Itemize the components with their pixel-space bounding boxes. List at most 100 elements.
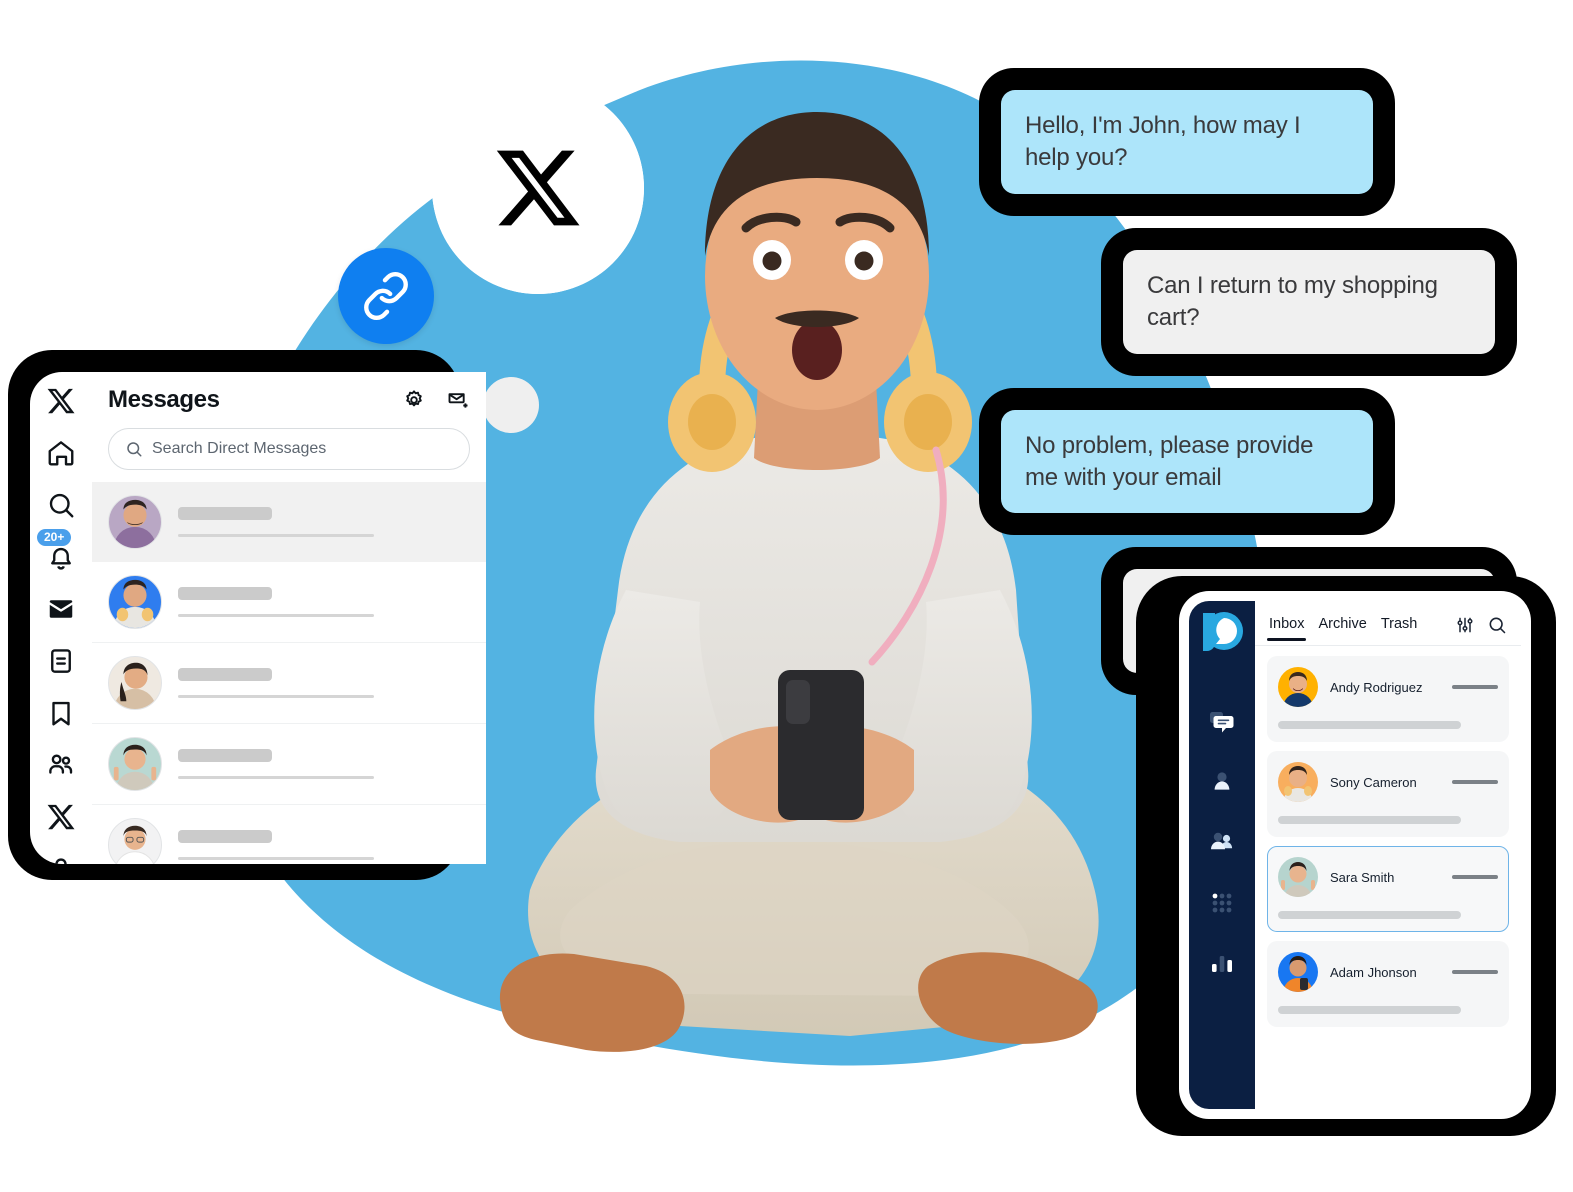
sidebar-item-communities[interactable] [46, 750, 76, 780]
list-item-top: Sara Smith [1278, 857, 1498, 897]
avatar [1278, 667, 1318, 707]
list-item-name: Sony Cameron [1330, 774, 1417, 790]
inbox-sidebar [1189, 601, 1255, 1109]
sidebar-item-teams[interactable] [1209, 829, 1235, 855]
list-item[interactable] [92, 482, 486, 562]
people-icon [49, 754, 73, 774]
avatar [108, 495, 162, 549]
sidebar-item-notifications[interactable]: 20+ [37, 529, 76, 572]
list-item[interactable]: Adam Jhonson [1267, 941, 1509, 1027]
article-icon [51, 649, 71, 673]
sidebar-item-premium[interactable] [46, 802, 76, 832]
dm-panel: 20+ Messages Search Direct Messages [30, 372, 486, 864]
new-message-icon-svg [448, 393, 468, 408]
notification-badge: 20+ [37, 529, 72, 547]
list-item[interactable] [92, 643, 486, 724]
list-item[interactable]: Sara Smith [1267, 846, 1509, 932]
bar-chart-icon [1212, 956, 1232, 972]
skeleton-name [178, 507, 272, 520]
dm-conversation-list [92, 482, 486, 864]
sidebar-item-grok[interactable] [46, 646, 76, 676]
skeleton-name [178, 668, 272, 681]
tab-archive[interactable]: Archive [1318, 616, 1366, 644]
search-icon[interactable] [1487, 615, 1507, 635]
search-input[interactable]: Search Direct Messages [108, 428, 470, 470]
avatar [1278, 762, 1318, 802]
sidebar-item-reports[interactable] [1209, 949, 1235, 975]
skeleton-preview [178, 534, 374, 537]
tab-inbox[interactable]: Inbox [1266, 616, 1308, 644]
conversation-skeleton [178, 507, 470, 537]
sidebar-item-conversations[interactable] [1209, 709, 1235, 735]
sidebar-item-home[interactable] [46, 438, 76, 468]
inbox-item-list: Andy Rodriguez Sony Cameron Sara Smith A… [1255, 646, 1521, 1037]
bell-icon [51, 547, 71, 570]
list-item-top: Adam Jhonson [1278, 952, 1498, 992]
sidebar-item-messages[interactable] [46, 594, 76, 624]
dm-main: Messages Search Direct Messages [92, 372, 486, 864]
grid-dots-icon [1212, 893, 1232, 913]
gear-icon[interactable] [402, 388, 426, 412]
chat-message-row: Can I return to my shopping cart? [975, 249, 1495, 354]
list-item-preview-skeleton [1278, 1006, 1461, 1014]
avatar [108, 818, 162, 864]
search-icon-svg [1489, 617, 1506, 634]
list-item[interactable] [92, 805, 486, 864]
avatar [1278, 952, 1318, 992]
sidebar-item-apps[interactable] [1209, 889, 1235, 915]
sidebar-item-contacts[interactable] [1209, 769, 1235, 795]
conversation-skeleton [178, 830, 470, 860]
sidebar-item-profile[interactable] [46, 854, 76, 864]
list-item[interactable]: Sony Cameron [1267, 751, 1509, 837]
list-item-meta-dash [1452, 685, 1498, 689]
list-item-preview-skeleton [1278, 911, 1461, 919]
inbox-header-actions [1455, 615, 1507, 645]
x-icon [47, 388, 75, 414]
chat-bubble-agent-2: No problem, please provide me with your … [1001, 409, 1373, 514]
envelope-icon [49, 600, 73, 618]
dm-header: Messages [92, 372, 486, 424]
avatar [108, 575, 162, 629]
list-item-name: Adam Jhonson [1330, 964, 1417, 980]
inbox-sidebar-items [1209, 709, 1235, 975]
sidebar-item-bookmarks[interactable] [46, 698, 76, 728]
people-icon [1211, 832, 1233, 850]
list-item[interactable] [92, 562, 486, 643]
list-item[interactable]: Andy Rodriguez [1267, 656, 1509, 742]
search-placeholder: Search Direct Messages [152, 440, 327, 457]
sliders-icon[interactable] [1455, 615, 1475, 635]
conversation-skeleton [178, 668, 470, 698]
tab-trash[interactable]: Trash [1381, 616, 1418, 644]
new-message-icon[interactable] [446, 388, 470, 412]
dm-search-wrap: Search Direct Messages [92, 424, 486, 482]
list-item-preview-skeleton [1278, 816, 1461, 824]
list-item-meta-dash [1452, 780, 1498, 784]
skeleton-name [178, 587, 272, 600]
person-icon [1214, 772, 1230, 790]
x-icon [47, 804, 75, 830]
dm-header-actions [402, 388, 470, 412]
inbox-tabs: Inbox Archive Trash [1266, 616, 1418, 644]
sidebar-item-x-logo[interactable] [46, 386, 76, 416]
chat-message-row: Hello, I'm John, how may I help you? [1001, 90, 1495, 194]
chat-bubble-logo-icon [1203, 612, 1243, 651]
gear-icon-svg [406, 390, 422, 407]
chat-bubbles-icon [1210, 712, 1234, 733]
page-title: Messages [108, 386, 220, 413]
list-item-name: Andy Rodriguez [1330, 679, 1423, 695]
inbox-main: Inbox Archive Trash Andy Rodriguez Sony … [1255, 601, 1521, 1109]
avatar [108, 737, 162, 791]
list-item[interactable] [92, 724, 486, 805]
skeleton-preview [178, 857, 374, 860]
list-item-meta-dash [1452, 970, 1498, 974]
skeleton-name [178, 749, 272, 762]
skeleton-preview [178, 614, 374, 617]
list-item-top: Sony Cameron [1278, 762, 1498, 802]
skeleton-name [178, 830, 272, 843]
avatar [1278, 857, 1318, 897]
list-item-name: Sara Smith [1330, 869, 1395, 885]
conversation-skeleton [178, 587, 470, 617]
sidebar-item-explore[interactable] [46, 490, 76, 520]
conversation-skeleton [178, 749, 470, 779]
chat-bubble-agent-1: Hello, I'm John, how may I help you? [1001, 90, 1373, 194]
